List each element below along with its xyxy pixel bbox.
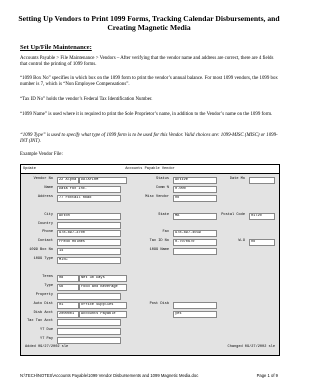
field-value-tertiary[interactable]: 0.000 bbox=[173, 185, 217, 193]
field-label: Property bbox=[35, 292, 53, 297]
field-value-secondary[interactable]: Net 30 Days bbox=[79, 274, 127, 282]
field-label: Country bbox=[37, 221, 53, 226]
field-value[interactable]: 5b bbox=[57, 283, 79, 291]
field-value[interactable]: Fredd Holmes bbox=[57, 239, 121, 247]
field-value-quaternary[interactable]: 01720 bbox=[249, 212, 275, 220]
screen-title-bar: Update Accounts Payable Vendor bbox=[21, 165, 279, 174]
field-label-secondary: 1099 Name bbox=[149, 248, 169, 253]
section-heading: Set Up/File Maintenance: bbox=[20, 44, 92, 51]
document-page: Setting Up Vendors to Print 1099 Forms, … bbox=[0, 0, 298, 386]
field-value-tertiary[interactable]: MA bbox=[173, 212, 217, 220]
field-value-tertiary[interactable]: yes bbox=[173, 310, 217, 318]
field-label-secondary: Comm % bbox=[156, 185, 169, 190]
paragraph-2: “1099 Box No” specifies in which box on … bbox=[20, 76, 278, 87]
field-value[interactable]: 08 bbox=[57, 274, 79, 282]
field-label-secondary: Misc Vendor bbox=[145, 194, 169, 199]
field-value-quaternary[interactable]: no bbox=[249, 239, 275, 247]
field-value[interactable]: 22 Alpha bbox=[57, 177, 79, 184]
field-label: Vendor No bbox=[33, 177, 53, 181]
field-value[interactable] bbox=[57, 319, 121, 327]
field-value[interactable] bbox=[57, 221, 121, 229]
paragraph-1: Accounts Payable > File Maintenance > Ve… bbox=[20, 56, 274, 67]
field-label-quaternary: Date Mo bbox=[229, 177, 245, 181]
field-value[interactable]: Acton bbox=[57, 212, 121, 220]
field-value-tertiary[interactable]: Active bbox=[173, 177, 217, 184]
screen-header: Accounts Payable Vendor bbox=[125, 167, 175, 171]
field-label-secondary: Post Disb bbox=[149, 301, 169, 306]
field-value-tertiary[interactable]: 978-897-4039 bbox=[173, 230, 217, 238]
paragraph-3: “Tax ID No” holds the vendor’s Federal T… bbox=[20, 97, 153, 102]
vendor-screen-figure: Update Accounts Payable Vendor Vendor No… bbox=[20, 164, 280, 356]
field-label-secondary: Fax bbox=[162, 230, 169, 235]
document-title: Setting Up Vendors to Print 1099 Forms, … bbox=[18, 14, 280, 32]
field-value[interactable]: 2000001 bbox=[57, 310, 79, 318]
field-value[interactable]: 77 Foxtail Road bbox=[57, 194, 121, 202]
field-value-secondary[interactable]: Food and Beverage bbox=[79, 283, 127, 291]
field-value-secondary[interactable]: Office Supplies bbox=[79, 301, 127, 309]
field-label: YT Due bbox=[40, 328, 53, 333]
field-value-tertiary[interactable] bbox=[173, 301, 217, 309]
field-label: Tax Tax Acct bbox=[27, 319, 53, 324]
paragraph-5: “1099 Type” is used to specify what type… bbox=[20, 133, 278, 144]
field-label: Phone bbox=[42, 230, 53, 235]
field-value[interactable] bbox=[57, 337, 121, 345]
field-value-secondary[interactable]: DATAFIRM bbox=[79, 177, 127, 184]
field-label-secondary: Status bbox=[156, 177, 169, 181]
field-label-secondary: State bbox=[158, 212, 169, 217]
changed-stamp: Changed 09/27/2002 sle bbox=[227, 345, 275, 349]
field-label-quaternary: W-9 bbox=[238, 239, 245, 244]
field-label: Contact bbox=[37, 239, 53, 244]
field-label: Disb Acct bbox=[33, 310, 53, 315]
field-label-secondary: Tax ID No bbox=[149, 239, 169, 244]
field-value[interactable]: 01 bbox=[57, 301, 79, 309]
field-label: 1099 Box No bbox=[29, 248, 53, 253]
field-value-tertiary[interactable]: 0-7070670 bbox=[173, 239, 217, 247]
field-value-tertiary[interactable]: no bbox=[173, 194, 217, 202]
field-value-tertiary[interactable] bbox=[173, 248, 217, 256]
field-value[interactable] bbox=[57, 328, 121, 336]
field-label: Name bbox=[44, 185, 53, 190]
field-label: Type bbox=[44, 283, 53, 288]
field-label: Terms bbox=[42, 274, 53, 279]
field-value-secondary[interactable]: Accounts Payable bbox=[79, 310, 127, 318]
field-value[interactable]: Data Fox Inc. bbox=[57, 185, 121, 193]
added-stamp: Added 09/27/2002 sle bbox=[25, 345, 69, 349]
field-value[interactable]: 14 bbox=[57, 248, 121, 256]
footer-page-number: Page 1 of 9 bbox=[256, 373, 278, 378]
field-label-quaternary: Postal Code bbox=[221, 212, 245, 217]
field-label: 1099 Type bbox=[33, 257, 53, 262]
field-value[interactable] bbox=[57, 292, 121, 300]
field-label: City bbox=[44, 212, 53, 217]
field-label: YT Pay bbox=[40, 337, 53, 342]
paragraph-4: “1099 Name” is used where it is required… bbox=[20, 112, 273, 117]
field-value[interactable]: MISC bbox=[57, 257, 121, 265]
field-label: Address bbox=[37, 194, 53, 199]
footer-path: N:\TECH\NOTES\Accounts Payable\1099 Vend… bbox=[20, 373, 199, 378]
field-value[interactable]: 978-897-3700 bbox=[57, 230, 121, 238]
paragraph-6: Example Vendor File: bbox=[20, 152, 63, 157]
field-label: Auto Dist bbox=[33, 301, 53, 306]
field-value-quaternary[interactable] bbox=[249, 177, 275, 184]
